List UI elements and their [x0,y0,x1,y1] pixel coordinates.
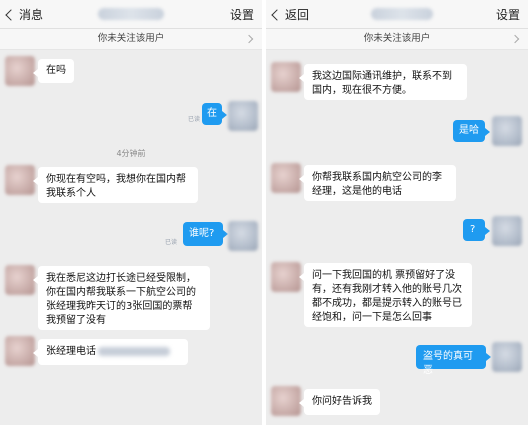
chevron-right-icon [510,34,520,44]
follow-notice-text: 你未关注该用户 [97,33,165,44]
contact-name-redacted [371,8,433,20]
message-bubble-incoming: 你问好告诉我 [299,389,380,415]
message-text: 问一下我回国的机 票预留好了没有，还有我刚才转入他的账号几次都不成功，都是提示转… [312,270,462,323]
message-bubble-outgoing: 盗号的真可恶 [416,345,491,376]
read-receipt: 已读 [165,239,178,246]
contact-avatar[interactable] [5,265,35,295]
message-text: 我在悉尼这边打长途已经受限制，你在国内帮我联系一下航空公司的张经理我昨天订的3张… [46,273,196,326]
settings-button[interactable]: 设置 [230,6,254,23]
message-text: 盗号的真可恶 [423,351,473,376]
message-text: 在 [207,108,217,119]
message-bubble-outgoing: 是哈 [453,120,490,142]
user-avatar[interactable] [492,216,522,246]
contact-avatar[interactable] [5,56,35,86]
message-bubble-incoming: 我这边国际通讯维护，联系不到国内，现在很不方便。 [299,64,467,100]
redacted-phone-number [98,346,170,356]
contact-avatar[interactable] [5,165,35,195]
back-button[interactable]: 消息 [5,6,43,23]
follow-notice[interactable]: 你未关注该用户 [0,29,262,50]
contact-avatar[interactable] [271,386,301,416]
back-label: 消息 [19,8,44,22]
message-bubble-incoming: 你现在有空吗，我想你在国内帮我联系个人 [33,167,198,203]
message-text: 你问好告诉我 [312,396,372,407]
contact-avatar[interactable] [5,336,35,366]
message-bubble-outgoing: 在 [202,103,227,125]
message-bubble-outgoing: ? [463,219,490,241]
message-bubble-incoming: 你帮我联系国内航空公司的李经理，这是他的电话 [299,165,456,201]
back-label: 返回 [285,8,310,22]
message-text: 你帮我联系国内航空公司的李经理，这是他的电话 [312,172,442,197]
message-bubble-incoming: 问一下我回国的机 票预留好了没有，还有我刚才转入他的账号几次都不成功，都是提示转… [299,263,472,327]
contact-avatar[interactable] [271,62,301,92]
message-text: 你现在有空吗，我想你在国内帮我联系个人 [46,174,186,199]
chevron-right-icon [244,34,254,44]
contact-name-redacted [98,8,164,20]
message-text: 在吗 [46,65,66,76]
back-chevron-icon [271,8,283,21]
nav-bar: 返回 设置 [266,0,528,29]
nav-bar: 消息 设置 [0,0,262,29]
left-chat-screen: 消息 设置 你未关注该用户 在吗 已读 在 4分钟前 你现在有空吗，我想你在国内… [0,0,262,425]
user-avatar[interactable] [228,101,258,131]
contact-avatar[interactable] [271,262,301,292]
back-chevron-icon [5,8,17,21]
user-avatar[interactable] [492,116,522,146]
settings-button[interactable]: 设置 [496,6,520,23]
message-text: 我这边国际通讯维护，联系不到国内，现在很不方便。 [312,71,452,96]
user-avatar[interactable] [228,221,258,251]
message-text: 谁呢? [189,228,215,239]
message-bubble-incoming: 我在悉尼这边打长途已经受限制，你在国内帮我联系一下航空公司的张经理我昨天订的3张… [33,266,210,330]
timestamp: 4分钟前 [116,149,146,158]
message-bubble-incoming: 张经理电话 [33,339,188,365]
follow-notice[interactable]: 你未关注该用户 [266,29,528,50]
follow-notice-text: 你未关注该用户 [363,33,431,44]
message-bubble-incoming: 在吗 [33,59,74,83]
message-bubble-outgoing: 谁呢? [183,222,228,246]
back-button[interactable]: 返回 [271,6,309,23]
message-text: ? [470,224,476,235]
read-receipt: 已读 [188,116,201,123]
user-avatar[interactable] [492,342,522,372]
contact-avatar[interactable] [271,163,301,193]
message-text: 张经理电话 [46,346,96,357]
right-chat-screen: 返回 设置 你未关注该用户 我这边国际通讯维护，联系不到国内，现在很不方便。 是… [266,0,528,425]
message-text: 是哈 [459,125,479,136]
